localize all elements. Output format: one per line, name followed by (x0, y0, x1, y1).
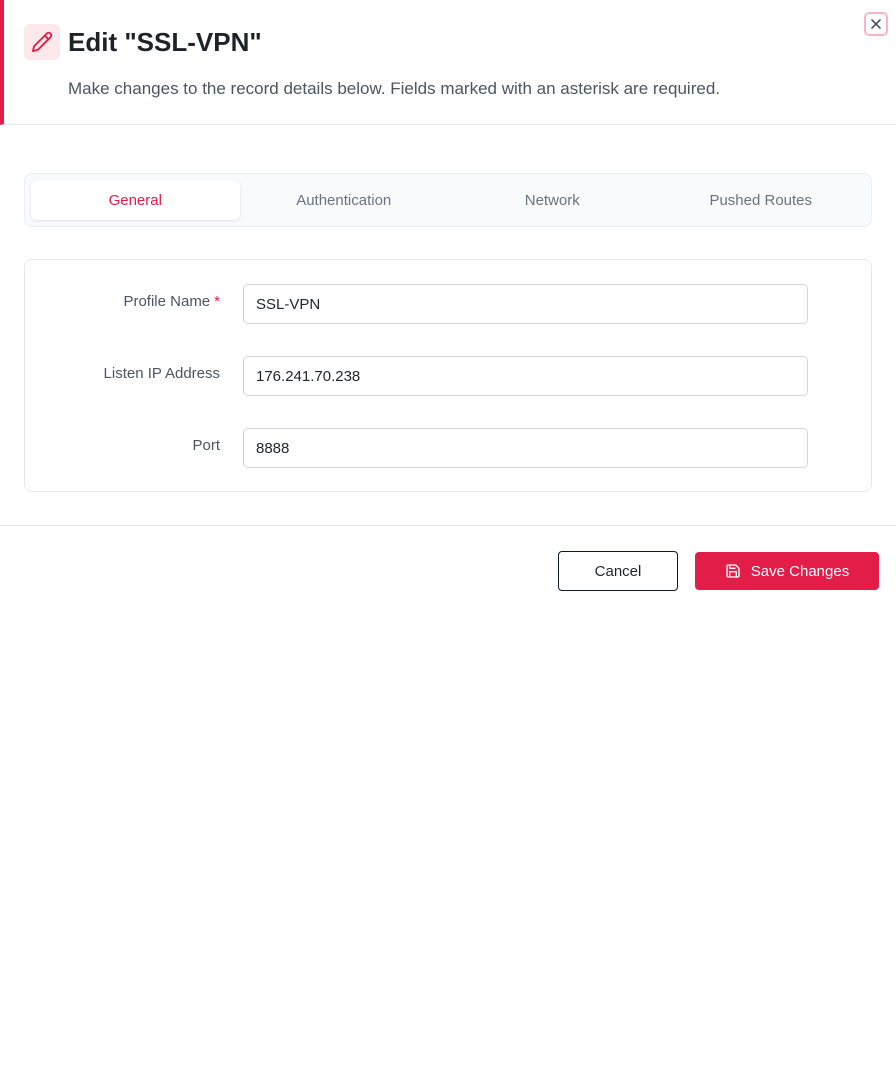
dialog-body: General Authentication Network Pushed Ro… (0, 125, 896, 525)
port-label: Port (192, 437, 220, 454)
close-button[interactable] (864, 12, 888, 36)
cancel-button[interactable]: Cancel (558, 551, 678, 591)
pencil-icon (24, 24, 60, 60)
form-card: Profile Name* Listen IP Address Port (24, 259, 872, 492)
form-row-port: Port (25, 428, 873, 468)
required-marker: * (214, 293, 220, 310)
dialog-header: Edit "SSL-VPN" Make changes to the recor… (0, 0, 896, 125)
form-row-listen-ip: Listen IP Address (25, 356, 873, 396)
close-icon (871, 19, 881, 29)
port-input[interactable] (243, 428, 808, 468)
save-changes-label: Save Changes (750, 562, 850, 580)
dialog-title: Edit "SSL-VPN" (68, 27, 262, 57)
tab-pushed-routes[interactable]: Pushed Routes (657, 180, 866, 220)
listen-ip-label: Listen IP Address (103, 365, 220, 382)
listen-ip-input[interactable] (243, 356, 808, 396)
dialog-subtitle: Make changes to the record details below… (68, 79, 720, 98)
tab-authentication[interactable]: Authentication (240, 180, 449, 220)
profile-name-label: Profile Name * (123, 293, 220, 310)
tab-general[interactable]: General (31, 180, 240, 220)
save-changes-button[interactable]: Save Changes (695, 552, 879, 590)
save-icon (725, 563, 741, 579)
dialog-footer: Cancel Save Changes (0, 525, 896, 615)
profile-name-input[interactable] (243, 284, 808, 324)
tab-bar: General Authentication Network Pushed Ro… (24, 173, 872, 227)
form-row-profile-name: Profile Name * (25, 284, 873, 324)
tab-network[interactable]: Network (448, 180, 657, 220)
